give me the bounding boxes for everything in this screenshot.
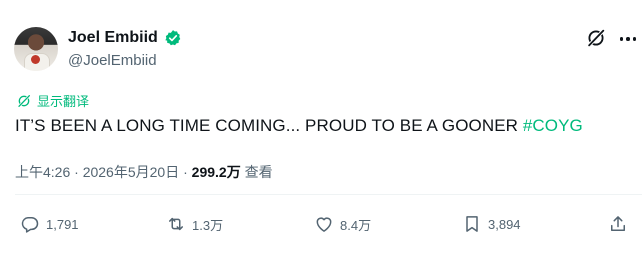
bookmark-button[interactable]: 3,894 bbox=[462, 214, 521, 234]
tweet-text: IT’S BEEN A LONG TIME COMING... PROUD TO… bbox=[15, 116, 583, 136]
reply-icon bbox=[21, 217, 39, 233]
bookmark-icon bbox=[466, 216, 478, 232]
avatar[interactable] bbox=[14, 27, 58, 71]
hashtag-link[interactable]: #COYG bbox=[523, 116, 583, 135]
more-dot bbox=[632, 37, 637, 41]
tweet-time[interactable]: 上午4:26 bbox=[15, 164, 70, 180]
divider bbox=[15, 194, 642, 195]
grok-icon[interactable] bbox=[585, 27, 607, 49]
author-handle[interactable]: @JoelEmbiid bbox=[68, 52, 157, 69]
tweet-text-main: IT’S BEEN A LONG TIME COMING... PROUD TO… bbox=[15, 116, 523, 135]
meta-separator: · bbox=[179, 164, 192, 180]
share-icon bbox=[611, 216, 625, 231]
author-display-name[interactable]: Joel Embiid bbox=[68, 29, 158, 47]
translate-label: 显示翻译 bbox=[37, 94, 90, 109]
view-count: 299.2万 bbox=[191, 164, 241, 180]
more-dots-icon[interactable] bbox=[616, 29, 640, 49]
view-label: 查看 bbox=[240, 164, 273, 180]
more-dot bbox=[626, 37, 630, 41]
retweet-button[interactable]: 1.3万 bbox=[166, 214, 223, 234]
avatar-ball bbox=[31, 55, 40, 64]
retweet-count: 1.3万 bbox=[192, 217, 224, 233]
meta-separator: · bbox=[70, 164, 83, 180]
translate-icon bbox=[18, 94, 30, 107]
author-name-row: Joel Embiid bbox=[68, 29, 182, 47]
retweet-icon bbox=[169, 217, 183, 231]
tweet-date[interactable]: 2026年5月20日 bbox=[83, 164, 180, 180]
heart-icon bbox=[316, 217, 332, 232]
like-button[interactable]: 8.4万 bbox=[314, 214, 371, 234]
tweet-meta: 上午4:26 · 2026年5月20日 · 299.2万 查看 bbox=[15, 162, 273, 182]
reply-button[interactable]: 1,791 bbox=[20, 214, 79, 234]
like-count: 8.4万 bbox=[340, 217, 372, 233]
action-bar: 1,791 1.3万 8.4万 3,894 bbox=[0, 214, 642, 238]
bookmark-count: 3,894 bbox=[488, 216, 521, 232]
reply-count: 1,791 bbox=[46, 216, 79, 232]
translate-link[interactable]: 显示翻译 bbox=[16, 91, 89, 110]
verified-badge-icon bbox=[165, 30, 181, 46]
more-dot bbox=[619, 37, 624, 41]
share-button[interactable] bbox=[608, 214, 628, 234]
